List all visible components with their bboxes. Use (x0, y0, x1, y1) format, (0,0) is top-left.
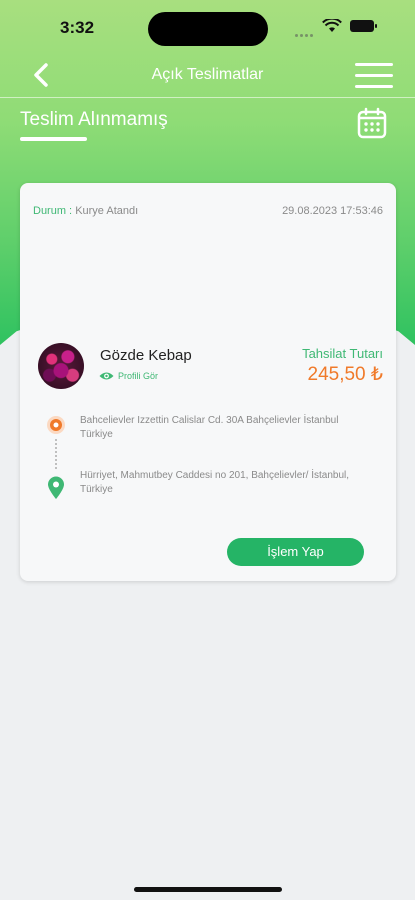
store-name: Gözde Kebap (100, 347, 192, 364)
status-time: 3:32 (60, 18, 95, 37)
nav-bar: Açık Teslimatlar (0, 54, 415, 98)
tab-teslim-alinmamis[interactable]: Teslim Alınmamış (20, 109, 168, 131)
view-profile-link[interactable]: Profili Gör (99, 371, 158, 381)
delivery-status: Durum : Kurye Atandı (33, 205, 138, 217)
amount-label: Tahsilat Tutarı (302, 346, 383, 361)
origin-pin-icon (47, 416, 65, 434)
delivery-card[interactable]: Durum : Kurye Atandı 29.08.2023 17:53:46… (20, 183, 396, 581)
status-label: Durum : (33, 205, 73, 217)
home-indicator (134, 887, 282, 892)
destination-pin-icon (48, 476, 64, 499)
nav-divider (0, 97, 415, 98)
battery-icon (350, 20, 377, 32)
delivery-address: Hürriyet, Mahmutbey Caddesi no 201, Bahç… (80, 470, 350, 495)
calendar-icon[interactable] (357, 107, 387, 139)
dynamic-island (148, 12, 268, 46)
signal-icon (295, 24, 315, 42)
tab-active-indicator (20, 137, 87, 141)
eye-icon (99, 372, 114, 380)
amount-value: 245,50 ₺ (307, 364, 383, 385)
process-button[interactable]: İşlem Yap (227, 538, 364, 566)
status-value: Kurye Atandı (75, 205, 139, 217)
hamburger-menu-icon[interactable] (355, 61, 395, 91)
view-profile-label: Profili Gör (118, 371, 159, 381)
status-bar: 3:32 (0, 0, 415, 54)
route-connector (55, 439, 59, 469)
store-avatar (38, 343, 84, 389)
wifi-icon (322, 19, 342, 32)
page-title: Açık Teslimatlar (151, 66, 264, 83)
pickup-address: Bahcelievler Izzettin Calislar Cd. 30A B… (80, 415, 339, 440)
delivery-datetime: 29.08.2023 17:53:46 (282, 205, 383, 217)
